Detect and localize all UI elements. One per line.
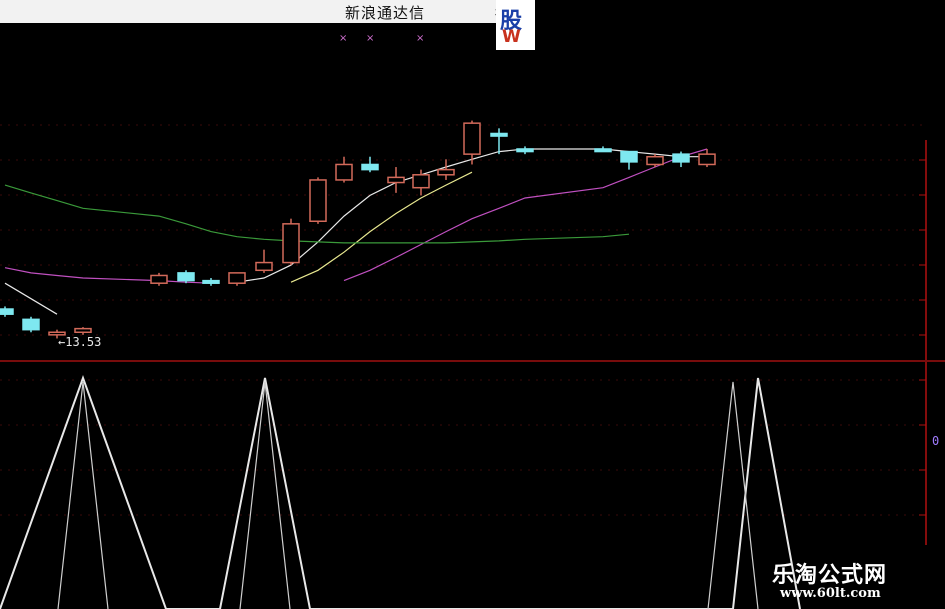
candle-body <box>177 272 195 282</box>
candle-body <box>646 155 664 166</box>
candle-body <box>437 168 455 176</box>
candle-body <box>74 327 92 334</box>
watermark-name: 乐淘公式网 <box>772 563 888 588</box>
candle-body <box>698 153 716 166</box>
indicator-zero-label: 0 <box>932 434 940 448</box>
low-price-annotation: ←13.53 <box>58 335 102 349</box>
candle-body <box>309 179 327 223</box>
indicator-spike <box>57 381 109 609</box>
candle-body <box>255 261 273 272</box>
candle-body <box>620 150 638 163</box>
candle-body <box>463 122 481 155</box>
indicator-spike <box>239 381 291 609</box>
indicator-line <box>0 375 801 609</box>
candle-body <box>490 132 508 137</box>
candle-body <box>22 318 40 331</box>
candle-body <box>202 279 220 284</box>
stock-chart[interactable] <box>0 0 945 609</box>
moving-average-white <box>236 148 707 283</box>
candle-body <box>335 163 353 181</box>
candle-body <box>361 163 379 171</box>
candle-body <box>412 174 430 189</box>
candle-body <box>516 148 534 153</box>
candle-body <box>387 176 405 184</box>
watermark-url: www.60lt.com <box>780 586 881 601</box>
candle-body <box>150 274 168 284</box>
candle-body <box>594 148 612 153</box>
candle-body <box>282 223 300 264</box>
moving-average-purple <box>343 148 708 282</box>
candle-body <box>0 308 14 315</box>
indicator-spike <box>707 381 759 609</box>
candle-body <box>672 153 690 163</box>
candle-body <box>228 272 246 284</box>
